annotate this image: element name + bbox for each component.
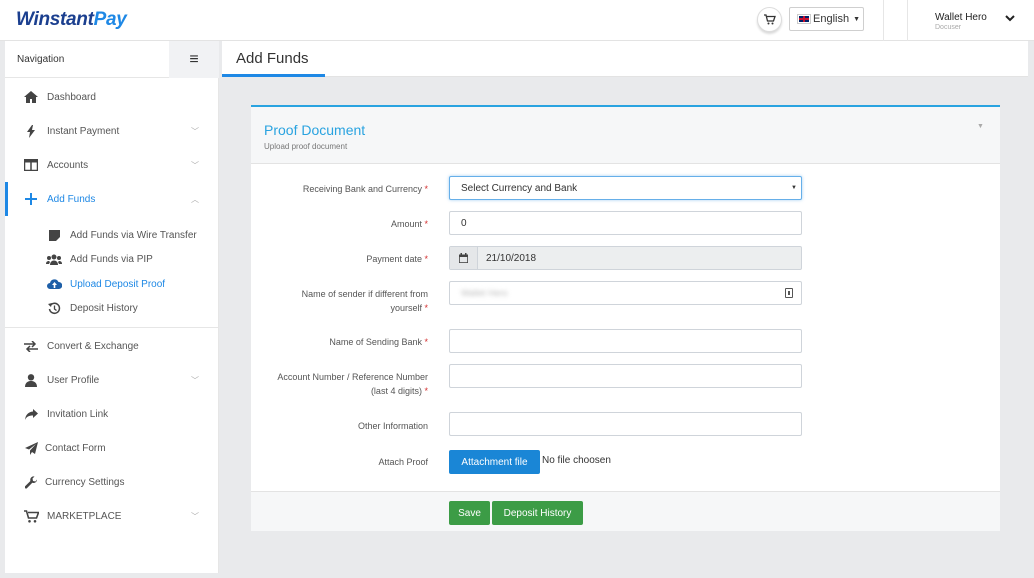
- sidebar-subitem-pip[interactable]: Add Funds via PIP: [5, 247, 219, 271]
- plus-icon: [23, 191, 39, 207]
- chevron-down-icon: ﹀: [191, 511, 199, 521]
- chevron-down-icon: ﹀: [191, 126, 199, 136]
- caret-down-icon: ▼: [853, 15, 861, 23]
- divider: [907, 0, 908, 41]
- page-title: Add Funds: [236, 50, 309, 67]
- paper-plane-icon: [23, 440, 39, 456]
- proof-document-panel: Proof Document Upload proof document ▼ R…: [251, 105, 1000, 531]
- hamburger-icon: ≡: [189, 50, 199, 68]
- other-info-label: Other Information: [357, 421, 428, 431]
- sidebar-subitem-deposit-history[interactable]: Deposit History: [5, 296, 219, 320]
- menu-toggle-button[interactable]: ≡: [169, 41, 219, 78]
- uk-flag-icon: [797, 14, 811, 24]
- history-icon: [46, 301, 62, 315]
- save-button[interactable]: Save: [449, 501, 490, 525]
- user-icon: [23, 372, 39, 388]
- sender-name-label: Name of sender if different from yourself…: [301, 289, 428, 313]
- bank-label: Receiving Bank and Currency *: [302, 184, 428, 194]
- sidebar-item-accounts[interactable]: Accounts ﹀: [5, 148, 219, 182]
- users-icon: [46, 252, 62, 266]
- panel-header: Proof Document Upload proof document ▼: [251, 107, 1000, 164]
- cart-icon: [23, 508, 39, 524]
- page-header: Add Funds: [222, 41, 1028, 77]
- language-selector[interactable]: English ▼: [789, 7, 864, 31]
- columns-icon: [23, 157, 39, 173]
- chevron-down-icon: ﹀: [191, 160, 199, 170]
- other-info-input[interactable]: [449, 412, 802, 436]
- bolt-icon: [23, 123, 39, 139]
- share-icon: [23, 406, 39, 422]
- sidebar-item-marketplace[interactable]: MARKETPLACE ﹀: [5, 499, 219, 533]
- account-number-input[interactable]: [449, 364, 802, 388]
- no-file-text: No file choosen: [542, 455, 611, 466]
- cart-button[interactable]: [757, 7, 782, 32]
- logo[interactable]: WinstantPay: [16, 9, 127, 31]
- caret-down-icon[interactable]: ▼: [977, 123, 984, 130]
- wrench-icon: [23, 474, 39, 490]
- panel-title: Proof Document: [264, 122, 366, 138]
- user-role: Docuser: [935, 24, 962, 31]
- sending-bank-input[interactable]: [449, 329, 802, 353]
- sending-bank-label: Name of Sending Bank *: [329, 337, 428, 347]
- sidebar-item-add-funds[interactable]: Add Funds ︿: [5, 182, 219, 216]
- sidebar-title: Navigation: [17, 54, 65, 65]
- panel-subtitle: Upload proof document: [264, 142, 348, 151]
- sidebar-item-currency-settings[interactable]: Currency Settings: [5, 465, 219, 499]
- attachment-file-button[interactable]: Attachment file: [449, 450, 540, 474]
- sidebar-item-instant-payment[interactable]: Instant Payment ﹀: [5, 114, 219, 148]
- exchange-icon: [23, 338, 39, 354]
- sidebar: Navigation ≡ Dashboard Instant Payment ﹀…: [5, 41, 219, 573]
- deposit-history-button[interactable]: Deposit History: [492, 501, 583, 525]
- chevron-down-icon[interactable]: [1005, 14, 1015, 25]
- amount-input[interactable]: 0: [449, 211, 802, 235]
- sidebar-item-user-profile[interactable]: User Profile ﹀: [5, 363, 219, 397]
- bank-currency-select[interactable]: Select Currency and Bank ▼: [449, 176, 802, 200]
- attach-proof-label: Attach Proof: [378, 457, 428, 467]
- payment-date-input[interactable]: 21/10/2018: [449, 246, 802, 270]
- title-underline: [222, 74, 325, 77]
- sidebar-header: Navigation ≡: [5, 41, 219, 78]
- account-number-label: Account Number / Reference Number (last 4…: [277, 372, 428, 396]
- language-label: English: [813, 13, 850, 25]
- sidebar-item-invitation-link[interactable]: Invitation Link: [5, 397, 219, 431]
- sidebar-subitem-upload-deposit-proof[interactable]: Upload Deposit Proof: [5, 272, 219, 296]
- payment-date-label: Payment date *: [366, 254, 428, 264]
- top-bar: WinstantPay English ▼ Wallet Hero Docuse…: [0, 0, 1034, 41]
- cloud-upload-icon: [46, 277, 62, 291]
- panel-footer: Save Deposit History: [251, 491, 1000, 531]
- note-icon: [46, 228, 62, 242]
- amount-label: Amount *: [390, 219, 428, 229]
- chevron-down-icon: ﹀: [191, 375, 199, 385]
- sidebar-item-dashboard[interactable]: Dashboard: [5, 80, 219, 114]
- sidebar-subitem-wire-transfer[interactable]: Add Funds via Wire Transfer: [5, 223, 219, 247]
- sidebar-item-contact-form[interactable]: Contact Form: [5, 431, 219, 465]
- contact-card-icon: [785, 288, 793, 298]
- cart-icon: [763, 14, 776, 25]
- home-icon: [23, 89, 39, 105]
- calendar-icon: [450, 247, 478, 269]
- sidebar-item-convert-exchange[interactable]: Convert & Exchange: [5, 329, 219, 363]
- user-name[interactable]: Wallet Hero: [935, 12, 987, 23]
- chevron-up-icon: ︿: [191, 194, 199, 204]
- divider: [5, 327, 219, 328]
- caret-down-icon: ▼: [791, 185, 797, 191]
- divider: [883, 0, 884, 41]
- sender-name-input[interactable]: Wallet Hero: [449, 281, 802, 305]
